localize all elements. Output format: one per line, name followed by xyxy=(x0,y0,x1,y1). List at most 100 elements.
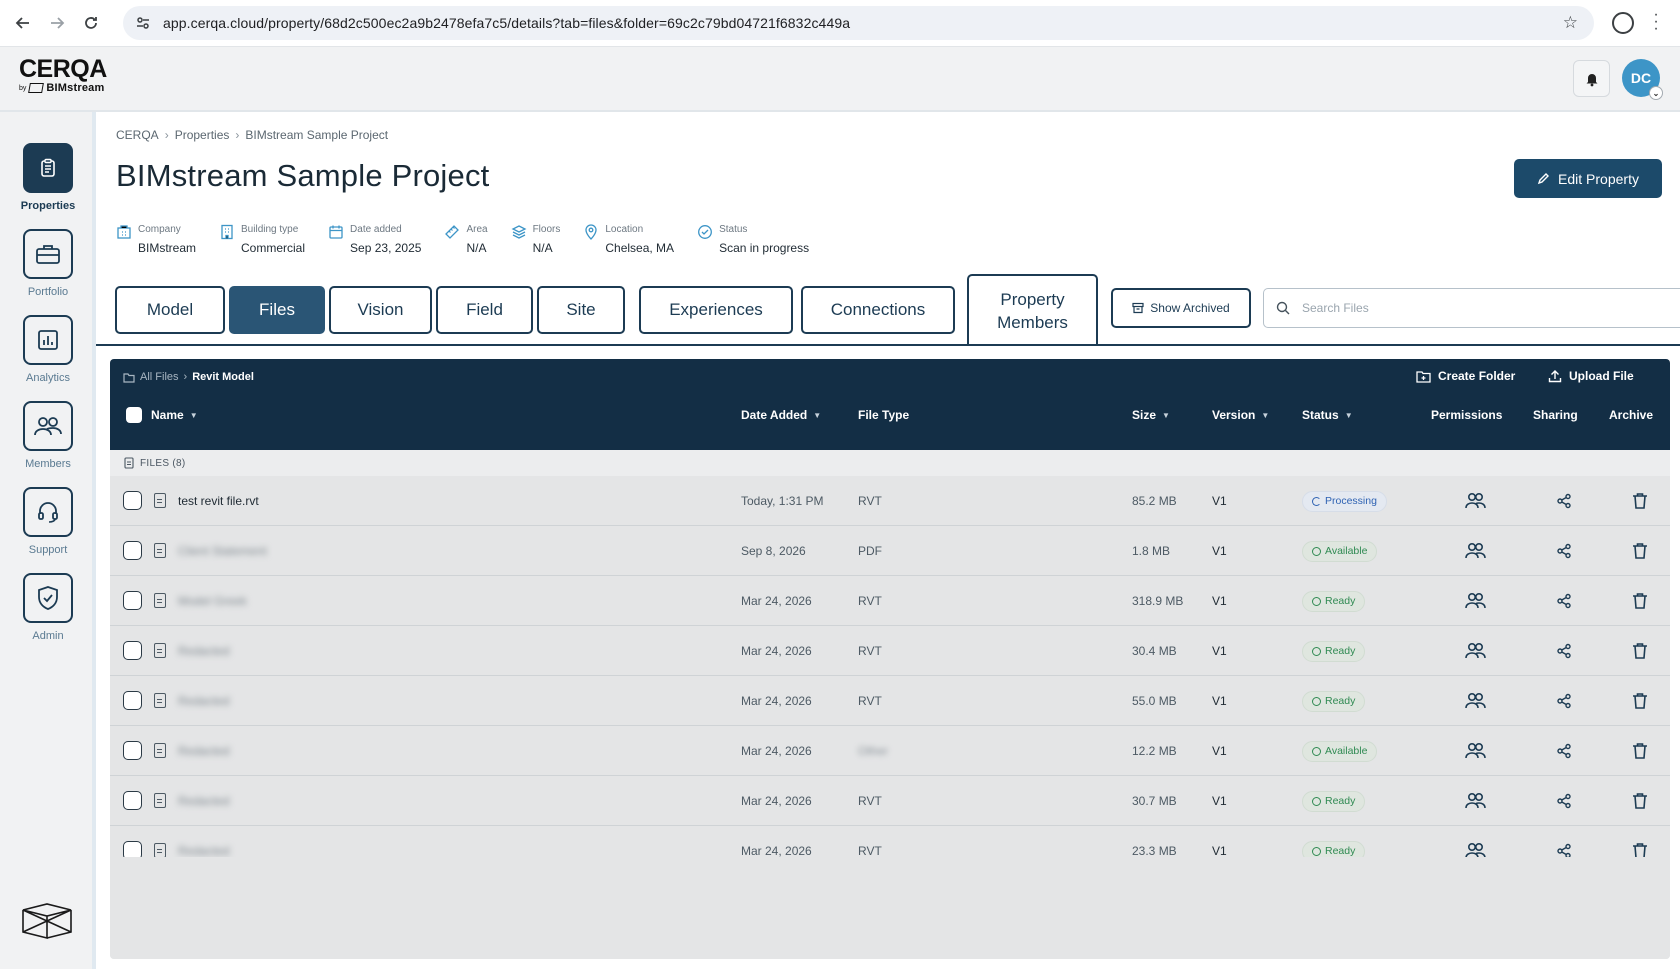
share-icon[interactable] xyxy=(1553,790,1575,812)
tab-property-members[interactable]: Property Members xyxy=(967,274,1098,346)
table-row[interactable]: Redacted Mar 24, 2026 Other 12.2 MB V1 Availa… xyxy=(110,726,1670,776)
file-name[interactable]: Client Statement xyxy=(178,526,267,576)
table-row[interactable]: Client Statement Sep 8, 2026 PDF 1.8 MB V1 Av… xyxy=(110,526,1670,576)
tab-files[interactable]: Files xyxy=(229,286,325,334)
browser-menu-icon[interactable]: · · · xyxy=(1653,7,1659,37)
table-row[interactable]: Model Greek Mar 24, 2026 RVT 318.9 MB V1 Read… xyxy=(110,576,1670,626)
sidebar-item-admin[interactable]: Admin xyxy=(0,573,96,642)
trash-icon[interactable] xyxy=(1629,640,1651,662)
share-icon[interactable] xyxy=(1553,590,1575,612)
file-name[interactable]: Model Greek xyxy=(178,576,247,626)
upload-file-button[interactable]: Upload File xyxy=(1548,369,1634,383)
permissions-users-icon[interactable] xyxy=(1464,540,1486,562)
meta-value: N/A xyxy=(532,241,553,255)
status-label: Available xyxy=(1325,545,1368,557)
permissions-users-icon[interactable] xyxy=(1464,690,1486,712)
share-icon[interactable] xyxy=(1553,490,1575,512)
permissions-users-icon[interactable] xyxy=(1464,490,1486,512)
tab-experiences[interactable]: Experiences xyxy=(639,286,793,334)
edit-property-button[interactable]: Edit Property xyxy=(1514,159,1662,198)
meta-value: BIMstream xyxy=(138,241,197,255)
sidebar-tile[interactable] xyxy=(23,573,73,623)
chevron-down-icon: ▼ xyxy=(189,410,198,420)
share-icon[interactable] xyxy=(1553,640,1575,662)
permissions-users-icon[interactable] xyxy=(1464,640,1486,662)
table-row[interactable]: Redacted Mar 24, 2026 RVT 30.4 MB V1 Ready xyxy=(110,626,1670,676)
bookmark-star-icon[interactable]: ☆ xyxy=(1563,13,1578,33)
permissions-users-icon[interactable] xyxy=(1464,790,1486,812)
file-name[interactable]: Redacted xyxy=(178,776,229,826)
row-checkbox[interactable] xyxy=(123,741,142,760)
breadcrumb-properties[interactable]: Properties xyxy=(175,128,230,142)
sidebar-item-label: Portfolio xyxy=(27,286,69,298)
meta-status: Status Scan in progress xyxy=(697,224,809,255)
file-name[interactable]: Redacted xyxy=(178,676,229,726)
sidebar-tile[interactable] xyxy=(23,229,73,279)
trash-icon[interactable] xyxy=(1629,690,1651,712)
sidebar-tile[interactable] xyxy=(23,401,73,451)
site-settings-icon[interactable] xyxy=(135,15,151,31)
search-input[interactable] xyxy=(1302,301,1652,315)
logo-byline: by BIMstream xyxy=(19,82,107,94)
tab-field[interactable]: Field xyxy=(436,286,533,334)
table-row[interactable]: Redacted Mar 24, 2026 RVT 55.0 MB V1 Ready xyxy=(110,676,1670,726)
chevron-down-icon: ▼ xyxy=(813,410,822,420)
tab-site[interactable]: Site xyxy=(537,286,625,334)
trash-icon[interactable] xyxy=(1629,540,1651,562)
tab-connections[interactable]: Connections xyxy=(801,286,955,334)
trash-icon[interactable] xyxy=(1629,790,1651,812)
url-text[interactable]: app.cerqa.cloud/property/68d2c500ec2a9b2… xyxy=(163,15,850,31)
back-arrow-icon[interactable] xyxy=(12,12,34,34)
file-name[interactable]: Redacted xyxy=(178,626,229,676)
create-folder-button[interactable]: Create Folder xyxy=(1416,369,1515,383)
trash-icon[interactable] xyxy=(1629,740,1651,762)
chevron-down-icon[interactable]: ⌄ xyxy=(1649,86,1663,100)
sidebar-tile[interactable] xyxy=(23,487,73,537)
sidebar-tile[interactable] xyxy=(23,143,73,193)
show-archived-button[interactable]: Show Archived xyxy=(1111,288,1251,328)
column-name[interactable]: Name ▼ xyxy=(151,408,198,422)
file-name[interactable]: Redacted xyxy=(178,726,229,776)
sidebar-item-portfolio[interactable]: Portfolio xyxy=(0,229,96,298)
reload-icon[interactable] xyxy=(80,12,102,34)
headset-icon xyxy=(38,502,58,523)
table-row[interactable]: test revit file.rvt Today, 1:31 PM RVT 85.2… xyxy=(110,476,1670,526)
table-row[interactable]: Redacted Mar 24, 2026 RVT 30.7 MB V1 Ready xyxy=(110,776,1670,826)
row-checkbox[interactable] xyxy=(123,541,142,560)
trash-icon[interactable] xyxy=(1629,590,1651,612)
search-files-box[interactable] xyxy=(1263,288,1680,328)
browser-profile-icon[interactable] xyxy=(1612,12,1634,34)
select-all-checkbox[interactable] xyxy=(126,407,142,423)
sidebar-tile[interactable] xyxy=(23,315,73,365)
row-checkbox[interactable] xyxy=(123,641,142,660)
permissions-users-icon[interactable] xyxy=(1464,590,1486,612)
trash-icon[interactable] xyxy=(1629,490,1651,512)
sidebar-item-properties[interactable]: Properties xyxy=(0,143,96,212)
row-checkbox[interactable] xyxy=(123,691,142,710)
address-bar[interactable]: app.cerqa.cloud/property/68d2c500ec2a9b2… xyxy=(123,6,1594,40)
upload-file-label: Upload File xyxy=(1569,369,1634,383)
share-icon[interactable] xyxy=(1553,740,1575,762)
sidebar-item-support[interactable]: Support xyxy=(0,487,96,556)
permissions-users-icon[interactable] xyxy=(1464,740,1486,762)
notifications-button[interactable] xyxy=(1573,60,1610,97)
sidebar-item-analytics[interactable]: Analytics xyxy=(0,315,96,384)
row-checkbox[interactable] xyxy=(123,791,142,810)
column-status[interactable]: Status ▼ xyxy=(1302,408,1353,422)
forward-arrow-icon[interactable] xyxy=(46,12,68,34)
share-icon[interactable] xyxy=(1553,540,1575,562)
sidebar-item-members[interactable]: Members xyxy=(0,401,96,470)
tab-model[interactable]: Model xyxy=(115,286,225,334)
column-size[interactable]: Size ▼ xyxy=(1132,408,1170,422)
folder-crumb-root[interactable]: All Files xyxy=(140,371,179,383)
breadcrumb-cerqa[interactable]: CERQA xyxy=(116,128,159,142)
column-date-added[interactable]: Date Added ▼ xyxy=(741,408,821,422)
user-avatar[interactable]: DC ⌄ xyxy=(1622,59,1663,100)
column-version[interactable]: Version ▼ xyxy=(1212,408,1269,422)
row-checkbox[interactable] xyxy=(123,591,142,610)
tab-vision[interactable]: Vision xyxy=(329,286,432,334)
row-checkbox[interactable] xyxy=(123,491,142,510)
share-icon[interactable] xyxy=(1553,690,1575,712)
file-name[interactable]: test revit file.rvt xyxy=(178,476,259,526)
cerqa-logo[interactable]: CERQA by BIMstream xyxy=(19,55,107,94)
